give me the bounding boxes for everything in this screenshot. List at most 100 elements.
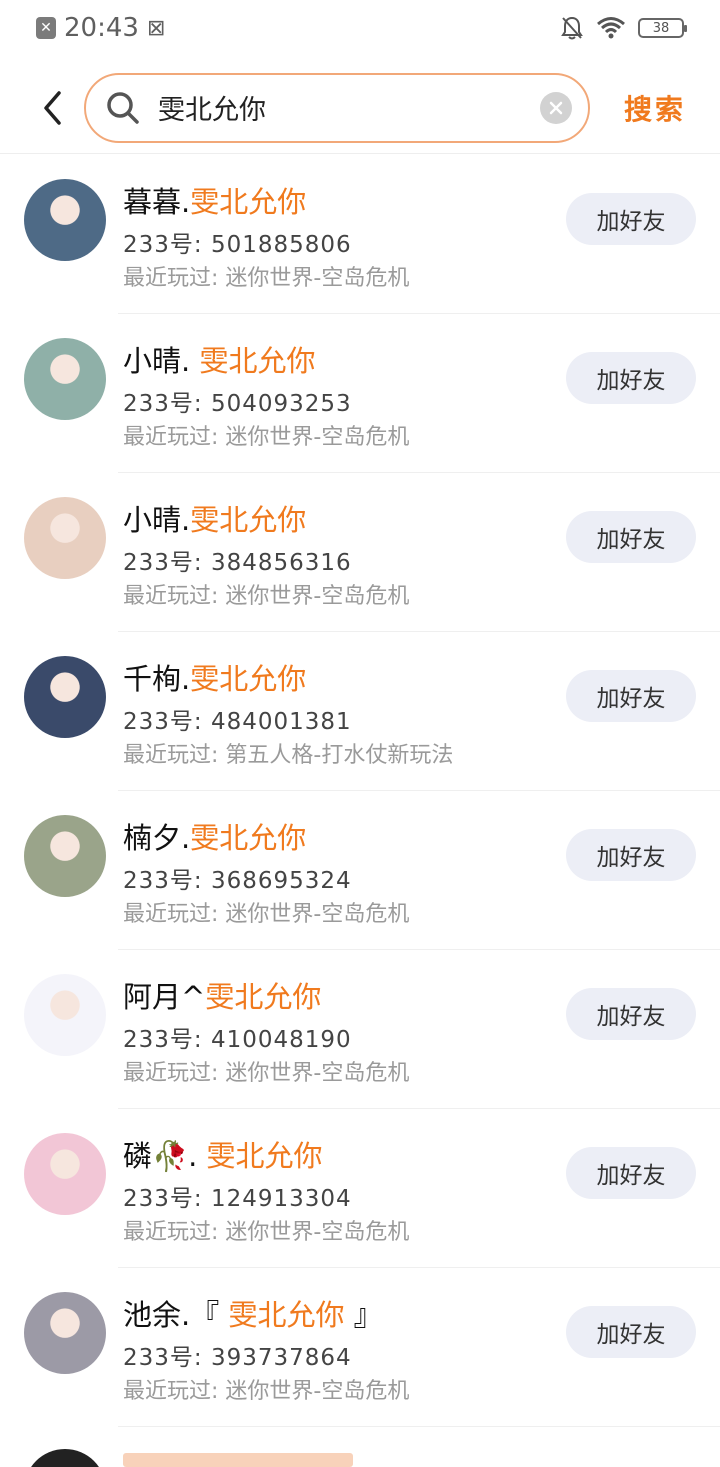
search-header: 搜索 (0, 62, 720, 154)
name-highlight: 雯北允你 (228, 1298, 345, 1332)
id-label: 233号: (123, 1027, 203, 1053)
name-highlight: 雯北允你 (190, 503, 307, 537)
status-bar: ✕ 20:43 ⊠ 38 (0, 0, 720, 56)
id-label: 233号: (123, 1186, 203, 1212)
user-id: 233号: 393737864 (123, 1338, 352, 1372)
list-item[interactable]: 暮暮.雯北允你 233号: 501885806 最近玩过: 迷你世界-空岛危机 … (0, 155, 720, 314)
add-friend-button[interactable]: 加好友 (566, 352, 696, 404)
avatar[interactable] (24, 1292, 106, 1374)
played-label: 最近玩过: (123, 1220, 219, 1245)
user-name: 小晴. 雯北允你 (123, 338, 315, 380)
played-game: 迷你世界-空岛危机 (225, 266, 410, 291)
list-item[interactable]: 阿月^雯北允你 233号: 410048190 最近玩过: 迷你世界-空岛危机 … (0, 950, 720, 1109)
name-prefix: 千栒. (123, 662, 191, 696)
user-id: 233号: 384856316 (123, 543, 352, 577)
add-friend-button[interactable]: 加好友 (566, 511, 696, 563)
name-prefix: 楠夕. (123, 821, 191, 855)
played-game: 迷你世界-空岛危机 (225, 1379, 410, 1404)
recently-played: 最近玩过: 迷你世界-空岛危机 (123, 896, 409, 928)
list-item-partial[interactable] (0, 1427, 720, 1467)
user-id: 233号: 410048190 (123, 1020, 352, 1054)
played-game: 迷你世界-空岛危机 (225, 584, 410, 609)
status-time: 20:43 (64, 13, 139, 43)
user-id: 233号: 484001381 (123, 702, 352, 736)
add-friend-button[interactable]: 加好友 (566, 1306, 696, 1358)
avatar[interactable] (24, 179, 106, 261)
recently-played: 最近玩过: 迷你世界-空岛危机 (123, 1373, 409, 1405)
recently-played: 最近玩过: 第五人格-打水仗新玩法 (123, 737, 453, 769)
avatar[interactable] (24, 974, 106, 1056)
clear-icon[interactable] (540, 91, 572, 124)
list-item[interactable]: 千栒.雯北允你 233号: 484001381 最近玩过: 第五人格-打水仗新玩… (0, 632, 720, 791)
name-prefix: 暮暮. (123, 185, 191, 219)
name-prefix: 阿月^ (123, 980, 206, 1014)
id-label: 233号: (123, 1345, 203, 1371)
recently-played: 最近玩过: 迷你世界-空岛危机 (123, 260, 409, 292)
search-icon (106, 91, 140, 125)
back-button[interactable] (24, 78, 80, 138)
notification-icon: ✕ (36, 17, 56, 39)
id-value: 384856316 (210, 550, 352, 576)
avatar[interactable] (24, 1133, 106, 1215)
add-friend-button[interactable]: 加好友 (566, 1147, 696, 1199)
played-game: 迷你世界-空岛危机 (225, 902, 410, 927)
list-item[interactable]: 磷🥀. 雯北允你 233号: 124913304 最近玩过: 迷你世界-空岛危机… (0, 1109, 720, 1268)
id-label: 233号: (123, 232, 203, 258)
user-id: 233号: 368695324 (123, 861, 352, 895)
add-friend-button[interactable]: 加好友 (566, 988, 696, 1040)
name-highlight: 雯北允你 (206, 1139, 323, 1173)
user-id: 233号: 501885806 (123, 225, 352, 259)
search-button[interactable]: 搜索 (624, 88, 686, 128)
battery-level: 38 (652, 20, 670, 36)
user-name: 小晴.雯北允你 (123, 497, 306, 539)
id-value: 504093253 (210, 391, 352, 417)
name-highlight: 雯北允你 (190, 185, 307, 219)
search-box[interactable] (84, 72, 590, 143)
add-friend-button[interactable]: 加好友 (566, 829, 696, 881)
avatar[interactable] (24, 338, 106, 420)
list-item[interactable]: 池余.『 雯北允你 』 233号: 393737864 最近玩过: 迷你世界-空… (0, 1268, 720, 1427)
played-game: 迷你世界-空岛危机 (225, 1220, 410, 1245)
avatar (24, 1449, 106, 1467)
id-value: 484001381 (210, 709, 352, 735)
user-name: 阿月^雯北允你 (123, 974, 321, 1016)
recently-played: 最近玩过: 迷你世界-空岛危机 (123, 578, 409, 610)
status-left: ✕ 20:43 ⊠ (36, 13, 165, 43)
name-highlight: 雯北允你 (190, 821, 307, 855)
name-prefix: 小晴. (123, 344, 200, 378)
played-label: 最近玩过: (123, 584, 219, 609)
partial-name-strip (123, 1453, 353, 1467)
played-game: 迷你世界-空岛危机 (225, 1061, 410, 1086)
mute-bell-icon (561, 16, 583, 40)
recently-played: 最近玩过: 迷你世界-空岛危机 (123, 419, 409, 451)
battery-icon: 38 (638, 18, 687, 38)
user-name: 池余.『 雯北允你 』 (123, 1292, 383, 1334)
list-item[interactable]: 小晴.雯北允你 233号: 384856316 最近玩过: 迷你世界-空岛危机 … (0, 473, 720, 632)
id-value: 410048190 (210, 1027, 352, 1053)
list-item[interactable]: 小晴. 雯北允你 233号: 504093253 最近玩过: 迷你世界-空岛危机… (0, 314, 720, 473)
played-label: 最近玩过: (123, 1379, 219, 1404)
add-friend-button[interactable]: 加好友 (566, 193, 696, 245)
avatar[interactable] (24, 497, 106, 579)
name-prefix: 池余.『 (123, 1298, 229, 1332)
recently-played: 最近玩过: 迷你世界-空岛危机 (123, 1214, 409, 1246)
avatar[interactable] (24, 815, 106, 897)
add-friend-button[interactable]: 加好友 (566, 670, 696, 722)
name-highlight: 雯北允你 (205, 980, 322, 1014)
played-label: 最近玩过: (123, 902, 219, 927)
name-suffix: 』 (344, 1298, 383, 1332)
name-highlight: 雯北允你 (190, 662, 307, 696)
id-value: 124913304 (210, 1186, 352, 1212)
user-name: 暮暮.雯北允你 (123, 179, 306, 221)
avatar[interactable] (24, 656, 106, 738)
sync-icon: ⊠ (146, 15, 166, 41)
search-input[interactable] (156, 91, 540, 124)
id-label: 233号: (123, 868, 203, 894)
played-game: 迷你世界-空岛危机 (225, 425, 410, 450)
user-id: 233号: 504093253 (123, 384, 352, 418)
id-label: 233号: (123, 391, 203, 417)
played-label: 最近玩过: (123, 743, 219, 768)
played-label: 最近玩过: (123, 1061, 219, 1086)
list-item[interactable]: 楠夕.雯北允你 233号: 368695324 最近玩过: 迷你世界-空岛危机 … (0, 791, 720, 950)
name-prefix: 小晴. (123, 503, 191, 537)
